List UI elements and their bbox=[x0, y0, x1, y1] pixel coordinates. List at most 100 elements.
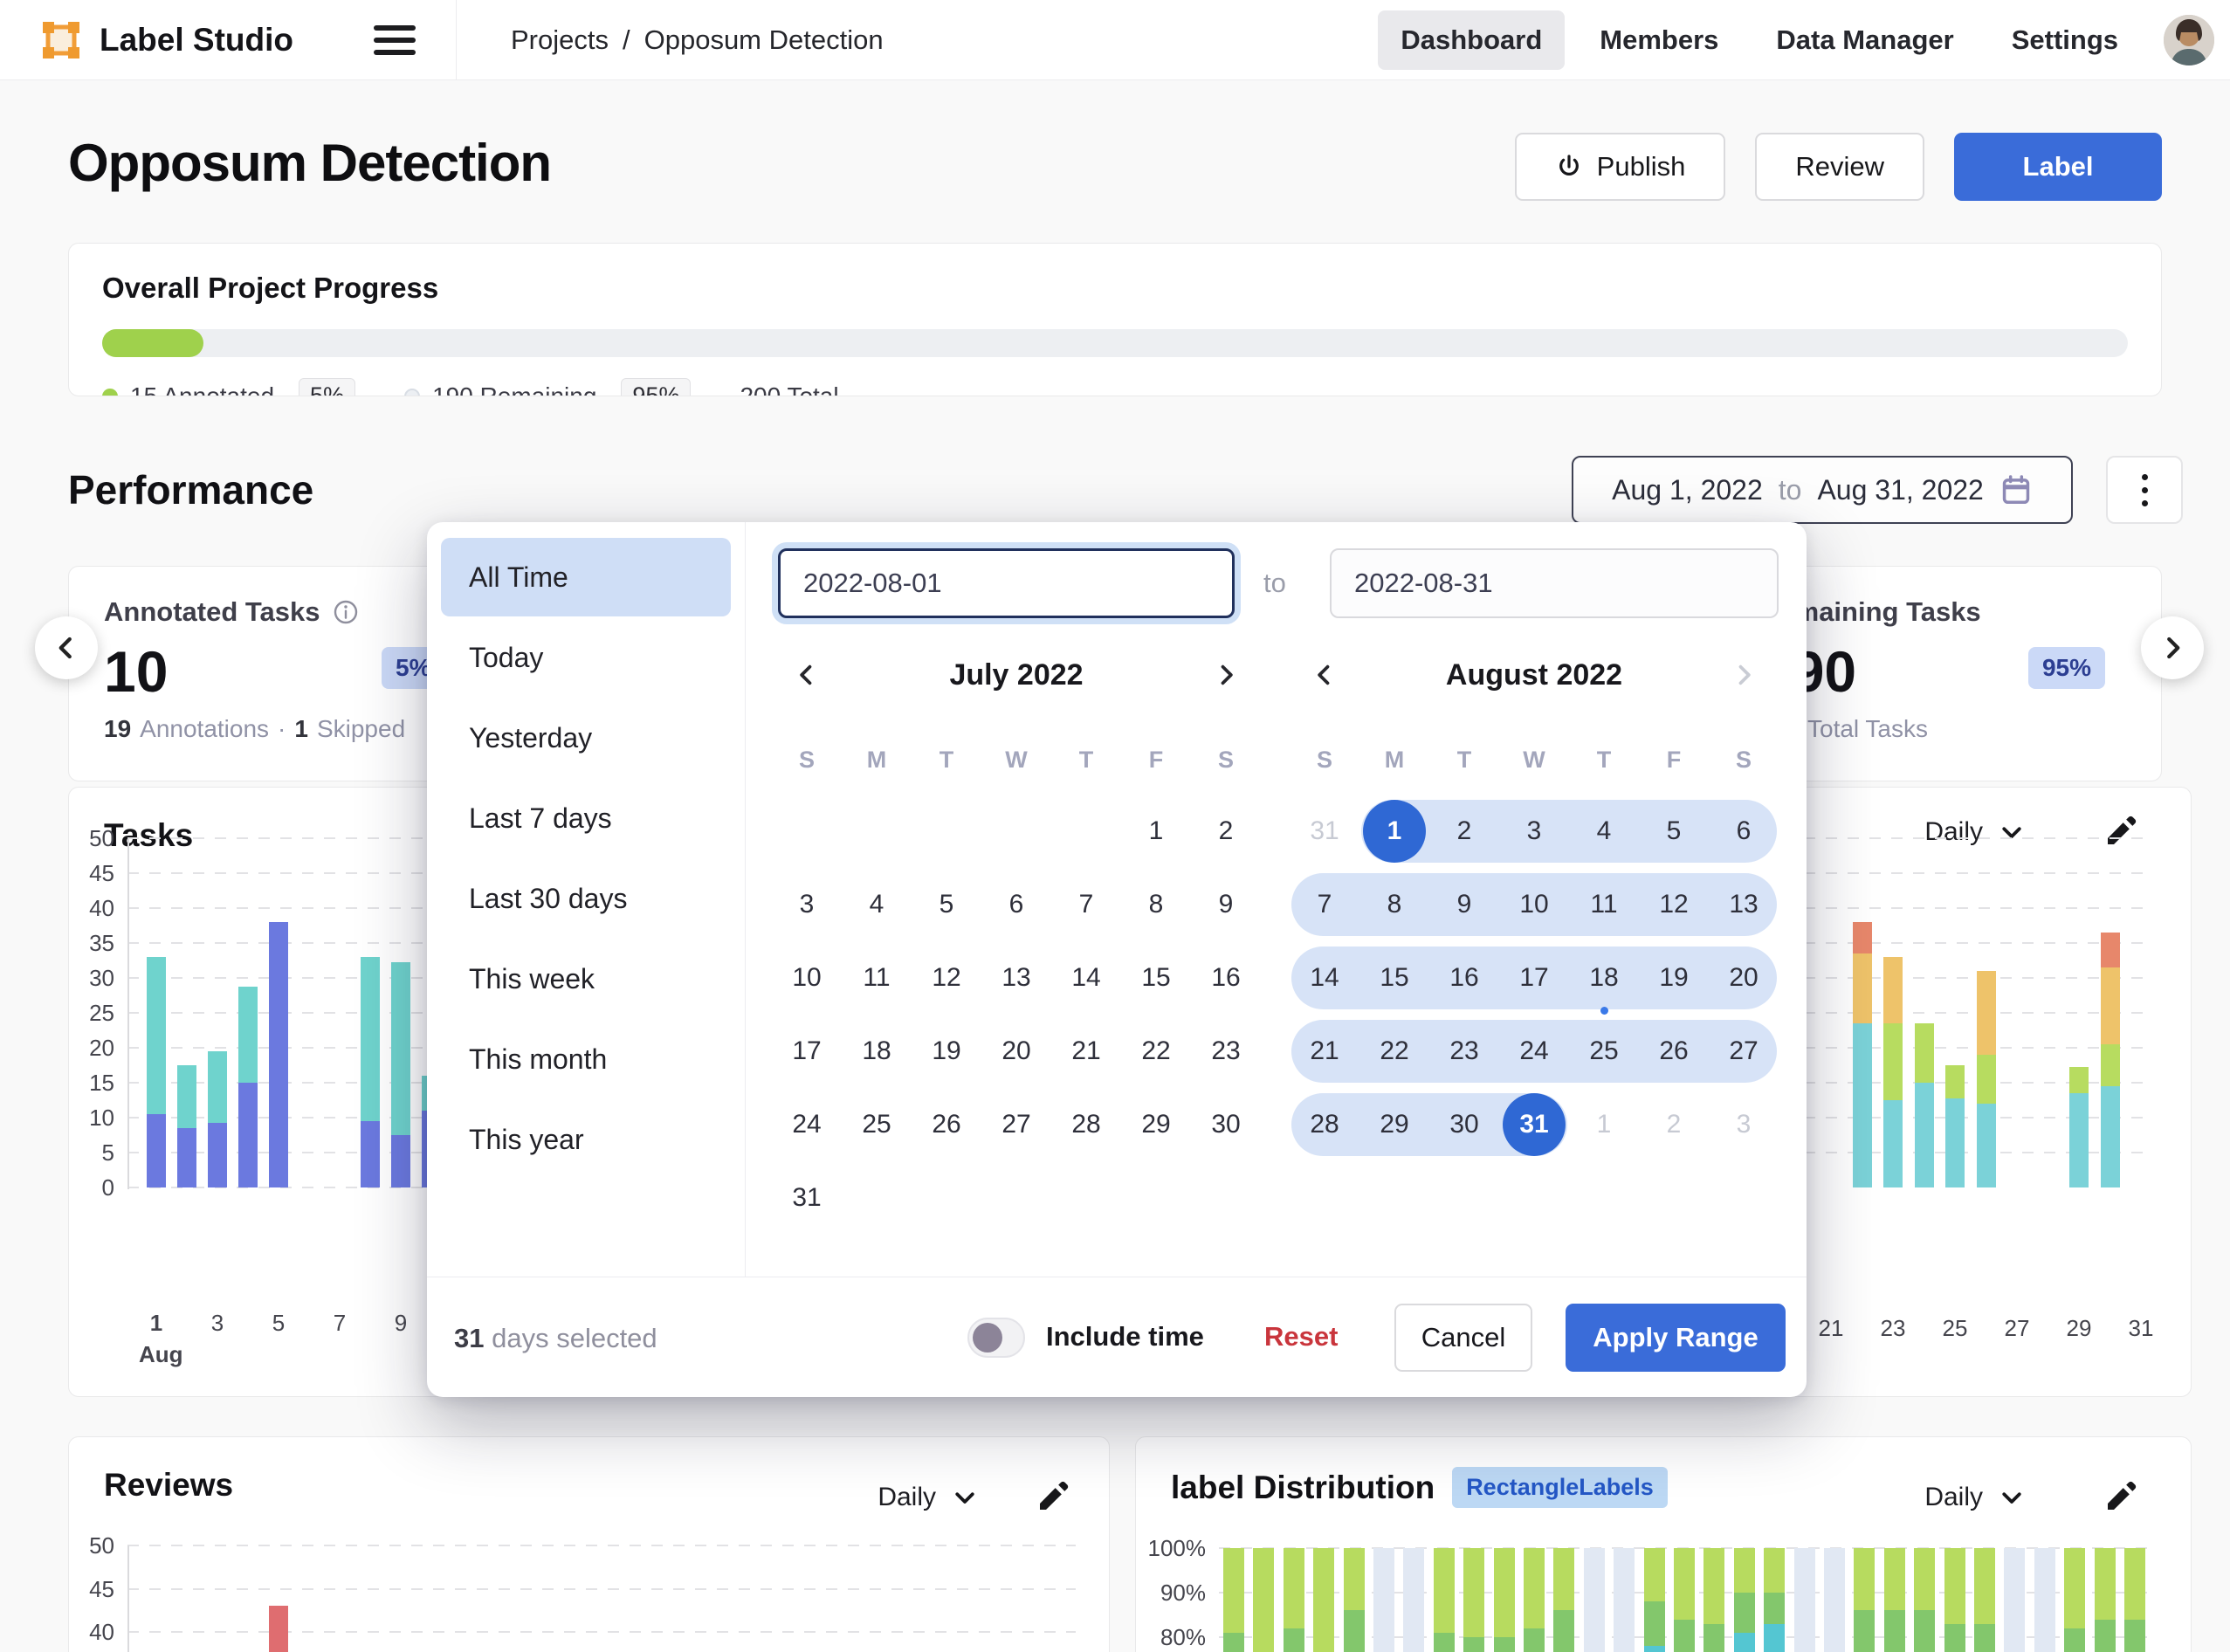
annotated-dot bbox=[102, 389, 118, 397]
publish-button[interactable]: Publish bbox=[1515, 133, 1726, 201]
breadcrumb-projects[interactable]: Projects bbox=[511, 24, 609, 56]
calendar-day[interactable]: 2 bbox=[1191, 795, 1261, 868]
calendar-day[interactable]: 16 bbox=[1191, 941, 1261, 1015]
carousel-prev-button[interactable] bbox=[35, 616, 98, 679]
calendar-day[interactable]: 2 bbox=[1639, 1088, 1709, 1161]
tab-data-manager[interactable]: Data Manager bbox=[1753, 10, 1976, 70]
calendar-day[interactable]: 25 bbox=[842, 1088, 912, 1161]
calendar-day[interactable]: 4 bbox=[842, 868, 912, 941]
preset-today[interactable]: Today bbox=[441, 618, 731, 697]
calendar-day[interactable]: 31 bbox=[772, 1161, 842, 1235]
weekday-label: S bbox=[1290, 725, 1359, 795]
carousel-next-button[interactable] bbox=[2141, 616, 2204, 679]
prev-month-button[interactable] bbox=[1307, 657, 1342, 692]
calendar-day[interactable]: 29 bbox=[1121, 1088, 1191, 1161]
preset-this-month[interactable]: This month bbox=[441, 1020, 731, 1098]
info-icon[interactable] bbox=[332, 598, 360, 626]
days-selected-label: 31 days selected bbox=[454, 1323, 657, 1354]
preset-yesterday[interactable]: Yesterday bbox=[441, 699, 731, 777]
review-button[interactable]: Review bbox=[1755, 133, 1924, 201]
calendar-day bbox=[1191, 1161, 1261, 1235]
calendar-day[interactable]: 30 bbox=[1191, 1088, 1261, 1161]
calendar-day[interactable]: 14 bbox=[1051, 941, 1121, 1015]
calendar-day[interactable]: 17 bbox=[772, 1015, 842, 1088]
calendar-day[interactable]: 5 bbox=[912, 868, 981, 941]
calendar-day[interactable]: 8 bbox=[1121, 868, 1191, 941]
preset-all-time[interactable]: All Time bbox=[441, 538, 731, 616]
calendar-day[interactable]: 12 bbox=[912, 941, 981, 1015]
hamburger-menu-icon[interactable] bbox=[374, 25, 416, 55]
total-count: 200 Total bbox=[740, 382, 838, 397]
avatar[interactable] bbox=[2164, 15, 2214, 65]
calendar-day[interactable]: 26 bbox=[912, 1088, 981, 1161]
label-button[interactable]: Label bbox=[1954, 133, 2162, 201]
cancel-button[interactable]: Cancel bbox=[1394, 1304, 1532, 1372]
prev-month-button[interactable] bbox=[789, 657, 824, 692]
breadcrumb-current: Opposum Detection bbox=[644, 24, 884, 56]
calendar-day[interactable]: 28 bbox=[1051, 1088, 1121, 1161]
weekday-label: T bbox=[1569, 725, 1639, 795]
calendar-day[interactable]: 27 bbox=[981, 1088, 1051, 1161]
breadcrumb: Projects / Opposum Detection bbox=[511, 24, 884, 56]
distribution-chart-plot: 100%90%80% bbox=[1136, 1437, 2191, 1652]
tab-members[interactable]: Members bbox=[1577, 10, 1741, 70]
chevron-left-icon bbox=[795, 663, 819, 687]
topbar-divider bbox=[456, 0, 457, 80]
preset-this-year[interactable]: This year bbox=[441, 1100, 731, 1179]
include-time-toggle[interactable] bbox=[967, 1318, 1025, 1358]
calendar-day bbox=[981, 795, 1051, 868]
month-title: July 2022 bbox=[949, 658, 1083, 692]
calendar-day[interactable]: 6 bbox=[981, 868, 1051, 941]
weekday-label: W bbox=[981, 725, 1051, 795]
calendar-day[interactable]: 19 bbox=[912, 1015, 981, 1088]
remaining-dot bbox=[404, 389, 420, 397]
tab-dashboard[interactable]: Dashboard bbox=[1378, 10, 1565, 70]
calendar-day bbox=[772, 795, 842, 868]
calendar-day[interactable]: 9 bbox=[1191, 868, 1261, 941]
calendar-day[interactable]: 23 bbox=[1191, 1015, 1261, 1088]
calendar-day[interactable]: 20 bbox=[981, 1015, 1051, 1088]
calendar-day[interactable]: 21 bbox=[1051, 1015, 1121, 1088]
preset-last-7-days[interactable]: Last 7 days bbox=[441, 779, 731, 857]
calendar-day bbox=[1051, 1161, 1121, 1235]
calendar-day bbox=[842, 1161, 912, 1235]
calendar-day[interactable]: 15 bbox=[1121, 941, 1191, 1015]
preset-last-30-days[interactable]: Last 30 days bbox=[441, 859, 731, 938]
calendar-day bbox=[981, 1161, 1051, 1235]
performance-title: Performance bbox=[68, 466, 313, 513]
weekday-label: M bbox=[1359, 725, 1429, 795]
top-bar: Label Studio Projects / Opposum Detectio… bbox=[0, 0, 2230, 80]
calendar-day[interactable]: 22 bbox=[1121, 1015, 1191, 1088]
calendar-day[interactable]: 10 bbox=[772, 941, 842, 1015]
calendar-day[interactable]: 1 bbox=[1569, 1088, 1639, 1161]
date-range-button[interactable]: Aug 1, 2022 to Aug 31, 2022 bbox=[1572, 456, 2073, 524]
reset-button[interactable]: Reset bbox=[1264, 1321, 1338, 1353]
calendar-day[interactable]: 3 bbox=[772, 868, 842, 941]
calendar-day[interactable]: 3 bbox=[1709, 1088, 1779, 1161]
apply-range-button[interactable]: Apply Range bbox=[1566, 1304, 1786, 1372]
label-studio-logo-icon bbox=[40, 19, 82, 61]
calendar-august: August 2022 SMTWTFS311234567891011121314… bbox=[1290, 644, 1779, 1161]
annotated-count: 15 Annotated bbox=[130, 382, 274, 397]
next-month-button[interactable] bbox=[1208, 657, 1243, 692]
overall-progress-card: Overall Project Progress 15 Annotated 5%… bbox=[68, 243, 2162, 396]
tab-settings[interactable]: Settings bbox=[1989, 10, 2141, 70]
calendar-day[interactable]: 1 bbox=[1121, 795, 1191, 868]
calendar-day[interactable]: 18 bbox=[842, 1015, 912, 1088]
weekday-label: S bbox=[772, 725, 842, 795]
progress-title: Overall Project Progress bbox=[102, 272, 2128, 305]
chevron-left-icon bbox=[1312, 663, 1337, 687]
calendar-day[interactable]: 31 bbox=[1290, 795, 1359, 868]
calendar-day[interactable]: 24 bbox=[772, 1088, 842, 1161]
start-date-input[interactable] bbox=[778, 548, 1235, 618]
calendar-day[interactable]: 13 bbox=[981, 941, 1051, 1015]
calendar-day bbox=[912, 1161, 981, 1235]
calendar-day[interactable]: 11 bbox=[842, 941, 912, 1015]
preset-this-week[interactable]: This week bbox=[441, 940, 731, 1018]
weekday-label: F bbox=[1639, 725, 1709, 795]
kebab-menu-button[interactable] bbox=[2106, 456, 2183, 524]
calendar-day[interactable]: 7 bbox=[1051, 868, 1121, 941]
remaining-pct-chip: 95% bbox=[621, 378, 691, 396]
end-date-input[interactable] bbox=[1330, 548, 1779, 618]
top-nav: Dashboard Members Data Manager Settings bbox=[1378, 10, 2141, 70]
